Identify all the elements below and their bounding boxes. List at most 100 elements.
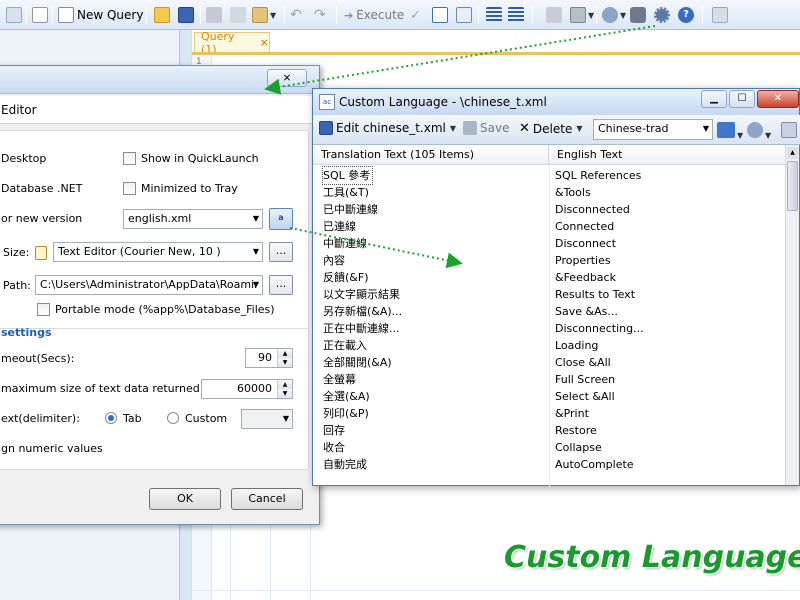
export-icon[interactable] (781, 122, 797, 141)
column-header-english[interactable]: English Text (549, 145, 787, 165)
indent-icon[interactable] (486, 5, 502, 25)
scroll-thumb[interactable] (787, 161, 798, 211)
close-icon[interactable]: ✕ (757, 90, 799, 108)
english-cell: &Feedback (555, 271, 616, 284)
minimized-tray-checkbox[interactable] (123, 182, 136, 195)
settings-icon[interactable]: ▼ (747, 122, 771, 141)
tab-delimiter-radio[interactable] (105, 412, 117, 424)
path-browse-button[interactable]: ... (269, 275, 293, 295)
language-tool-icon[interactable] (630, 5, 646, 25)
translate-icon[interactable]: ▼ (717, 122, 743, 141)
max-text-size-spinner[interactable]: 60000 ▲ ▼ (201, 379, 293, 399)
translation-cell[interactable]: 收合 (323, 439, 543, 456)
custom-delimiter-radio[interactable] (167, 412, 179, 424)
custom-delimiter-select[interactable]: ▼ (241, 409, 293, 429)
spin-down-icon[interactable]: ▼ (277, 389, 292, 398)
close-tab-icon[interactable]: × (260, 36, 269, 49)
redo-icon[interactable]: ↷ (314, 5, 330, 25)
translation-cell[interactable]: 已連線 (323, 218, 543, 235)
translation-cell[interactable]: 反饋(&F) (323, 269, 543, 286)
size-label: Size: (3, 246, 30, 259)
toolbar-separator (532, 6, 533, 24)
check-icon[interactable]: ✓ (410, 5, 421, 25)
custom-language-button[interactable]: a (269, 208, 293, 230)
delete-button[interactable]: ✕ Delete ▼ (519, 121, 583, 136)
editor-font-select[interactable]: Text Editor (Courier New, 10 ) ▼ (53, 242, 263, 262)
spin-up-icon[interactable]: ▲ (277, 349, 292, 358)
execute-button[interactable]: ➔ Execute (344, 5, 404, 25)
chevron-down-icon: ▼ (702, 124, 709, 133)
translation-cell[interactable]: 工具(&T) (323, 184, 543, 201)
english-cell: AutoComplete (555, 458, 634, 471)
edit-file-button[interactable]: Edit chinese_t.xml ▼ (319, 121, 456, 135)
help-icon[interactable]: ? (678, 5, 694, 25)
compare-icon[interactable] (546, 5, 562, 25)
translation-cell[interactable]: SQL 參考 (321, 166, 374, 185)
timeout-spinner[interactable]: 90 ▲ ▼ (245, 348, 293, 368)
vertical-scrollbar[interactable]: ▲ (785, 145, 799, 485)
grid-results-icon[interactable] (432, 5, 448, 25)
toolbar-separator (26, 6, 27, 24)
watermark-caption: Custom Language (504, 540, 800, 575)
paste-icon[interactable]: ▼ (252, 5, 276, 25)
open-folder-icon[interactable] (154, 5, 170, 25)
settings-section-title: settings (1, 326, 52, 339)
translation-cell[interactable]: 列印(&P) (323, 405, 543, 422)
options-titlebar: ⨯ (0, 66, 319, 94)
translation-cell[interactable]: 回存 (323, 422, 543, 439)
tab-query-1[interactable]: Query (1) × (194, 30, 270, 56)
new-query-button[interactable]: New Query (58, 5, 143, 25)
tab-delimiter-label: Tab (123, 412, 142, 425)
column-divider (549, 165, 550, 487)
tools-icon[interactable]: ▼ (602, 5, 626, 25)
minimize-button[interactable]: ▁ (701, 90, 727, 108)
options-close-button[interactable]: ⨯ (267, 69, 307, 87)
spin-down-icon[interactable]: ▼ (277, 358, 292, 367)
portable-mode-checkbox[interactable] (37, 303, 50, 316)
translation-cell[interactable]: 內容 (323, 252, 543, 269)
download-icon[interactable] (712, 5, 728, 25)
path-select[interactable]: C:\Users\Administrator\AppData\Roamir ▼ (35, 275, 263, 295)
page-icon[interactable] (32, 5, 48, 25)
ok-button[interactable]: OK (149, 488, 221, 510)
translation-cell[interactable]: 全選(&A) (323, 388, 543, 405)
save-button[interactable]: Save (463, 121, 509, 135)
translation-cell[interactable]: 自動完成 (323, 456, 543, 473)
english-cell: Full Screen (555, 373, 616, 386)
font-browse-button[interactable]: ... (269, 242, 293, 262)
new-document-icon (58, 7, 74, 23)
translation-cell[interactable]: 另存新檔(&A)... (323, 303, 543, 320)
delimiter-label: ext(delimiter): (1, 412, 80, 425)
cut-icon[interactable] (206, 5, 222, 25)
print-icon[interactable]: ▼ (570, 5, 594, 25)
english-cell: &Tools (555, 186, 591, 199)
translation-cell[interactable]: 正在中斷連線... (323, 320, 543, 337)
toolbar-separator (478, 6, 479, 24)
english-cell: Properties (555, 254, 611, 267)
language-file-select[interactable]: english.xml ▼ (123, 209, 263, 229)
column-header-translation[interactable]: Translation Text (105 Items) (313, 145, 549, 165)
sidebar-toggle-icon[interactable] (6, 5, 22, 25)
translation-cell[interactable]: 以文字顯示結果 (323, 286, 543, 303)
text-results-icon[interactable] (456, 5, 472, 25)
language-select[interactable]: Chinese-trad ▼ (593, 119, 713, 140)
scroll-up-icon[interactable]: ▲ (787, 147, 798, 159)
translation-cell[interactable]: 已中斷連線 (323, 201, 543, 218)
toolbar-separator (284, 6, 285, 24)
translation-cell[interactable]: 全部關閉(&A) (323, 354, 543, 371)
outdent-icon[interactable] (508, 5, 524, 25)
align-numeric-label: gn numeric values (1, 442, 103, 455)
english-cell: Save &As... (555, 305, 618, 318)
show-quicklaunch-checkbox[interactable] (123, 152, 136, 165)
copy-icon[interactable] (230, 5, 246, 25)
cancel-button[interactable]: Cancel (231, 488, 303, 510)
spin-up-icon[interactable]: ▲ (277, 380, 292, 389)
grid-line (192, 590, 800, 591)
save-disk-icon[interactable] (178, 5, 194, 25)
translation-cell[interactable]: 正在載入 (323, 337, 543, 354)
translation-cell[interactable]: 中斷連線 (323, 235, 543, 252)
maximize-button[interactable]: ☐ (729, 90, 755, 108)
undo-icon[interactable]: ↶ (290, 5, 306, 25)
translation-cell[interactable]: 全螢幕 (323, 371, 543, 388)
gear-icon[interactable] (654, 5, 670, 25)
